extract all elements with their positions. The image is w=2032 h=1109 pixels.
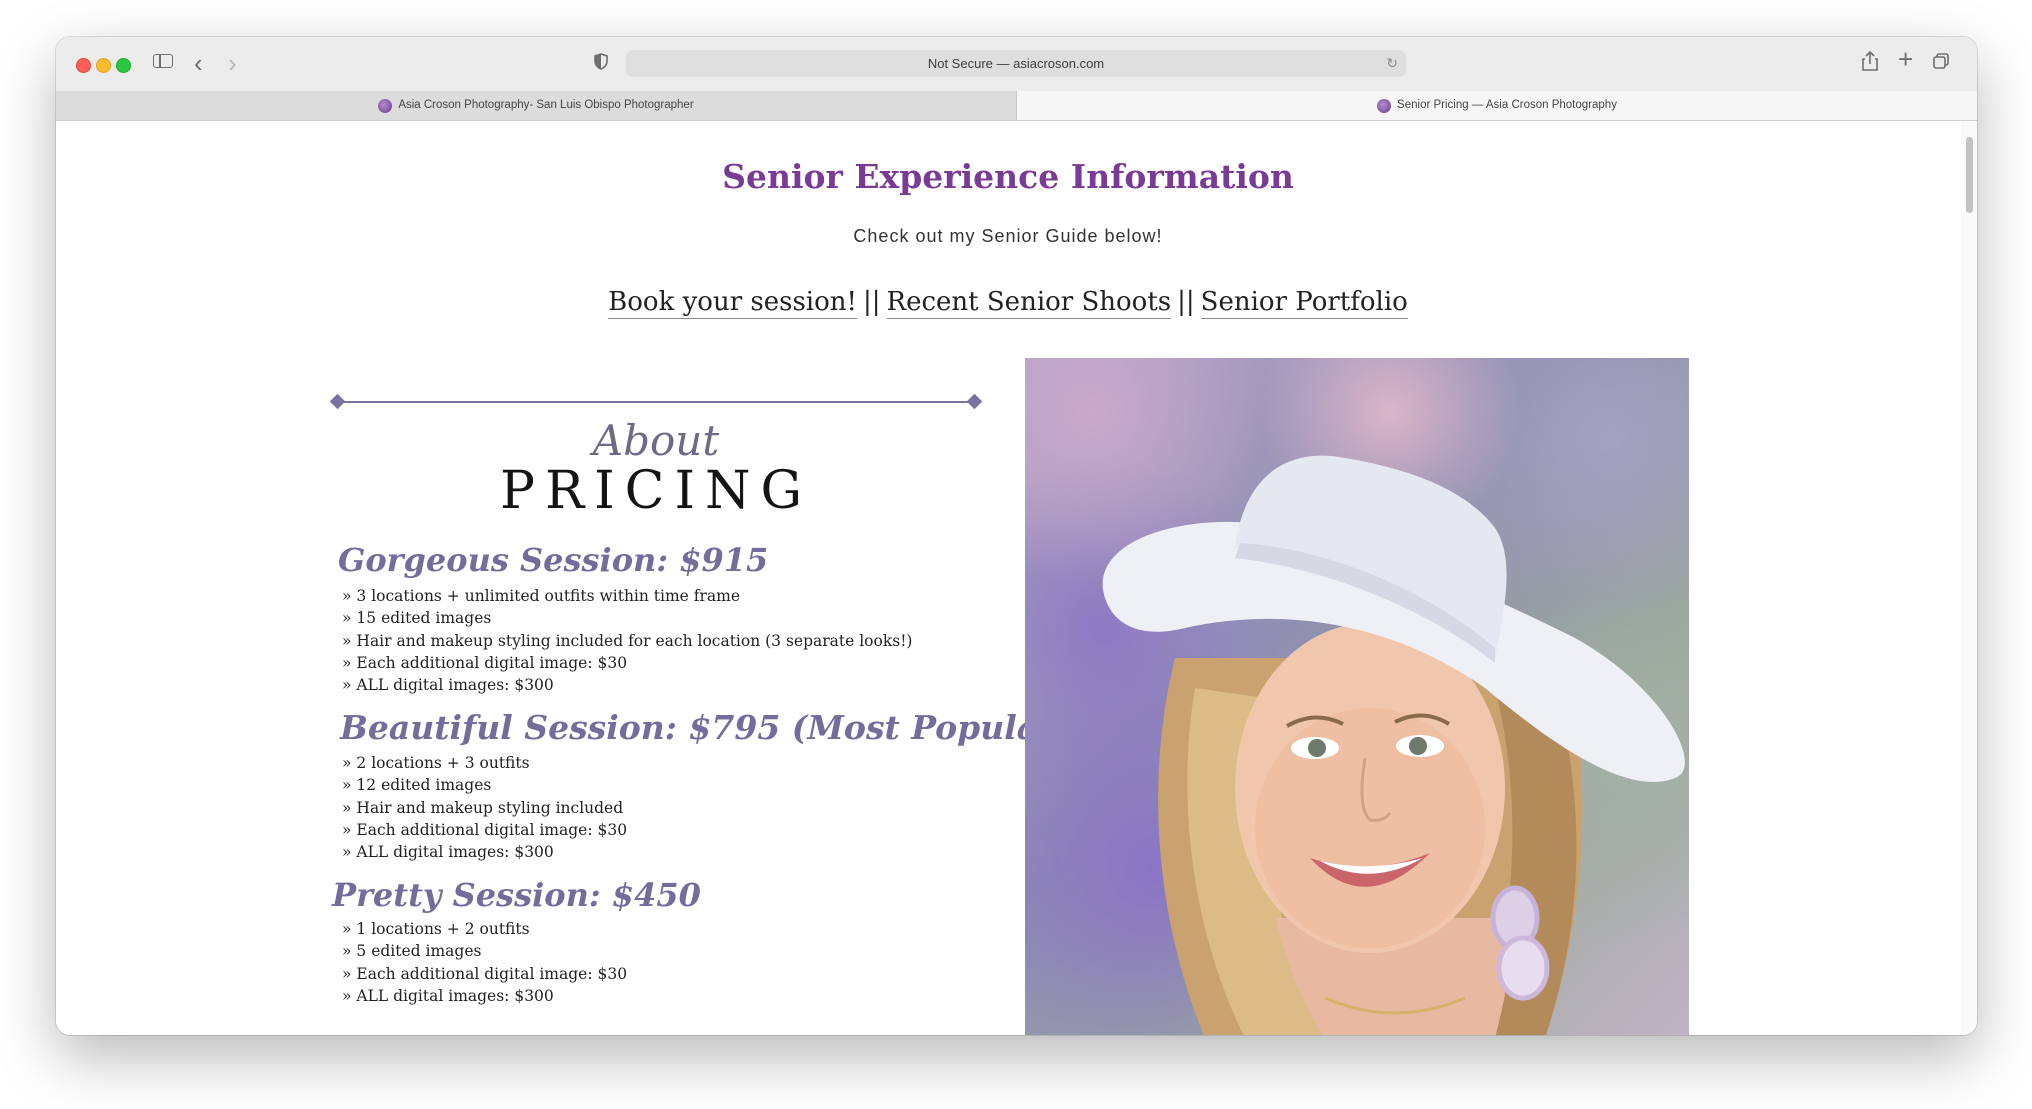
list-item: 12 edited images (342, 774, 627, 796)
list-item: Hair and makeup styling included for eac… (342, 630, 912, 652)
list-item: 2 locations + 3 outfits (342, 752, 627, 774)
list-item: ALL digital images: $300 (342, 674, 912, 696)
link-separator: || (1177, 287, 1195, 317)
browser-window: ‹ › Not Secure — asiacroson.com ↻ + Asia… (56, 37, 1977, 1035)
tab-bar: Asia Croson Photography- San Luis Obispo… (56, 91, 1977, 121)
session-items-beautiful: 2 locations + 3 outfits 12 edited images… (342, 752, 627, 863)
page-content: Senior Experience Information Check out … (56, 121, 1977, 1035)
sidebar-toggle-icon[interactable] (153, 54, 173, 68)
decorative-rule (336, 401, 976, 403)
page-links: Book your session! || Recent Senior Shoots… (56, 287, 1960, 319)
list-item: Each additional digital image: $30 (342, 652, 912, 674)
reload-icon[interactable]: ↻ (1386, 50, 1398, 77)
pricing-heading: PRICING (499, 461, 813, 521)
pricing-graphic: About PRICING Gorgeous Session: $915 3 l… (326, 361, 1071, 1035)
session-items-pretty: 1 locations + 2 outfits 5 edited images … (342, 918, 627, 1007)
link-separator: || (862, 287, 881, 317)
address-bar[interactable]: Not Secure — asiacroson.com ↻ (626, 50, 1406, 77)
privacy-shield-icon[interactable] (594, 53, 608, 70)
zoom-window-button[interactable] (116, 58, 131, 73)
list-item: 1 locations + 2 outfits (342, 918, 627, 940)
page-scrollbar[interactable] (1961, 121, 1977, 1035)
diamond-ornament-icon (966, 393, 983, 410)
list-item: Each additional digital image: $30 (342, 963, 627, 985)
share-icon[interactable] (1862, 51, 1878, 71)
new-tab-plus-icon[interactable]: + (1898, 46, 1913, 72)
session-title-gorgeous: Gorgeous Session: $915 (338, 541, 769, 579)
session-items-gorgeous: 3 locations + unlimited outfits within t… (342, 585, 912, 696)
about-script-text: About (592, 416, 720, 465)
recent-senior-shoots-link[interactable]: Recent Senior Shoots (886, 287, 1172, 319)
list-item: ALL digital images: $300 (342, 985, 627, 1007)
tab-overview-icon[interactable] (1933, 53, 1949, 69)
scrollbar-thumb[interactable] (1966, 137, 1973, 213)
tab-senior-pricing[interactable]: Senior Pricing — Asia Croson Photography (1017, 91, 1977, 120)
minimize-window-button[interactable] (96, 58, 111, 73)
site-favicon-icon (1377, 98, 1392, 113)
tab-asia-croson-photography[interactable]: Asia Croson Photography- San Luis Obispo… (56, 91, 1017, 120)
forward-chevron-icon[interactable]: › (228, 50, 237, 76)
list-item: 5 edited images (342, 940, 627, 962)
site-favicon-icon (378, 98, 393, 113)
page-subtitle: Check out my Senior Guide below! (853, 226, 1163, 246)
list-item: Hair and makeup styling included (342, 797, 627, 819)
session-title-beautiful: Beautiful Session: $795 (Most Popular) (340, 708, 1072, 747)
session-title-pretty: Pretty Session: $450 (332, 876, 701, 914)
list-item: ALL digital images: $300 (342, 841, 627, 863)
tab-title: Senior Pricing — Asia Croson Photography (1397, 99, 1617, 111)
list-item: Each additional digital image: $30 (342, 819, 627, 841)
senior-portfolio-link[interactable]: Senior Portfolio (1200, 287, 1408, 319)
close-window-button[interactable] (76, 58, 91, 73)
back-chevron-icon[interactable]: ‹ (194, 50, 203, 76)
address-text: Not Secure — asiacroson.com (927, 56, 1105, 71)
page-title: Senior Experience Information (722, 157, 1294, 196)
senior-portrait-photo (1025, 358, 1689, 1035)
book-session-link[interactable]: Book your session! (608, 287, 857, 319)
list-item: 3 locations + unlimited outfits within t… (342, 585, 912, 607)
diamond-ornament-icon (329, 393, 346, 410)
list-item: 15 edited images (342, 607, 912, 629)
tab-title: Asia Croson Photography- San Luis Obispo… (398, 99, 694, 111)
browser-toolbar: ‹ › Not Secure — asiacroson.com ↻ + (56, 37, 1977, 92)
portrait-illustration (1102, 455, 1685, 1035)
